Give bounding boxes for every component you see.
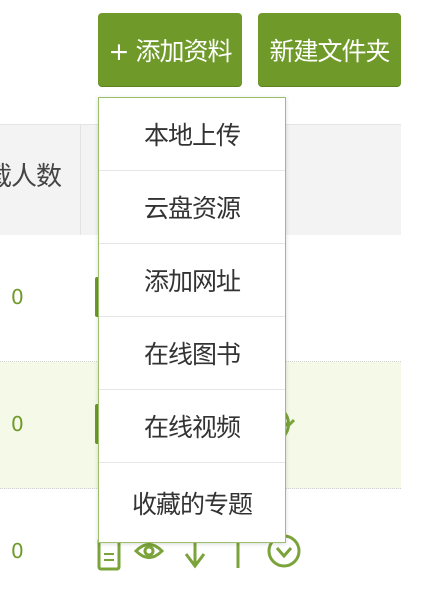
row-count: 0 <box>11 412 24 436</box>
add-material-label: + 添加资料 <box>108 36 233 66</box>
new-folder-label: 新建文件夹 <box>269 36 390 66</box>
add-material-button[interactable]: + 添加资料 <box>98 13 242 86</box>
menu-item-cloud-resources[interactable]: 云盘资源 <box>99 171 285 244</box>
menu-item-online-videos[interactable]: 在线视频 <box>99 390 285 463</box>
column-divider <box>80 125 81 235</box>
new-folder-button[interactable]: 新建文件夹 <box>258 13 401 86</box>
row-count: 0 <box>11 285 24 309</box>
row-count: 0 <box>11 539 24 563</box>
menu-item-local-upload[interactable]: 本地上传 <box>99 98 285 171</box>
header-download-count: 载人数 <box>0 162 62 192</box>
menu-item-online-books[interactable]: 在线图书 <box>99 317 285 390</box>
menu-item-favorite-topics[interactable]: 收藏的专题 <box>99 463 285 542</box>
menu-item-add-url[interactable]: 添加网址 <box>99 244 285 317</box>
add-material-dropdown: 本地上传 云盘资源 添加网址 在线图书 在线视频 收藏的专题 <box>98 97 286 543</box>
